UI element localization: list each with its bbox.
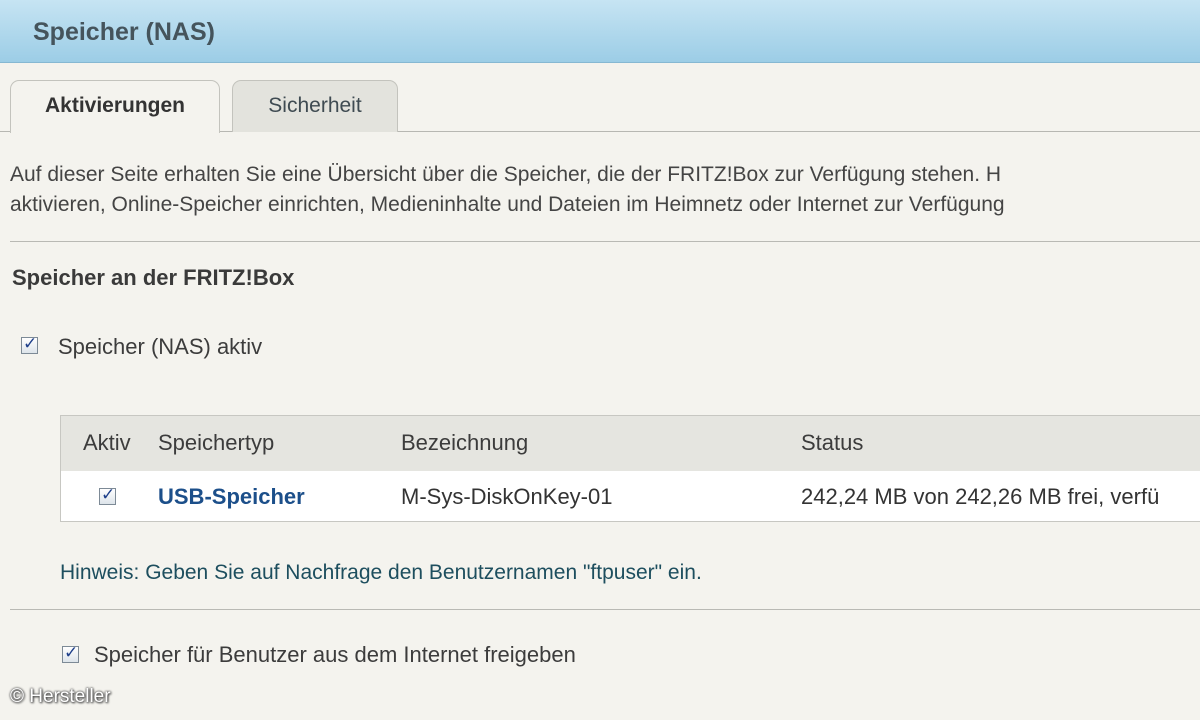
nas-active-label: Speicher (NAS) aktiv <box>58 334 263 359</box>
tab-sicherheit[interactable]: Sicherheit <box>232 80 398 132</box>
tab-aktivierungen[interactable]: Aktivierungen <box>10 80 220 133</box>
internet-share-checkbox[interactable]: ✓ <box>62 643 79 663</box>
page-header: Speicher (NAS) <box>0 0 1200 63</box>
intro-text: Auf dieser Seite erhalten Sie eine Übers… <box>10 160 1200 220</box>
page-title: Speicher (NAS) <box>33 18 215 46</box>
section-title: Speicher an der FRITZ!Box <box>12 265 295 290</box>
col-header-bezeichnung: Bezeichnung <box>401 430 529 455</box>
intro-line-1: Auf dieser Seite erhalten Sie eine Übers… <box>10 163 1002 186</box>
storage-type-link[interactable]: USB-Speicher <box>158 484 305 510</box>
intro-line-2: aktivieren, Online-Speicher einrichten, … <box>10 193 1005 216</box>
col-header-speichertyp: Speichertyp <box>158 430 275 455</box>
col-header-status: Status <box>801 430 864 455</box>
nas-active-checkbox[interactable]: ✓ <box>21 334 38 354</box>
storage-name: M-Sys-DiskOnKey-01 <box>401 484 613 509</box>
usb-storage-active-checkbox[interactable]: ✓ <box>99 485 116 505</box>
check-icon: ✓ <box>64 643 79 662</box>
col-header-aktiv: Aktiv <box>83 430 131 455</box>
hint-text: Hinweis: Geben Sie auf Nachfrage den Ben… <box>60 561 702 584</box>
storage-status: 242,24 MB von 242,26 MB frei, verfü <box>801 484 1160 509</box>
check-icon: ✓ <box>23 334 38 353</box>
divider <box>10 241 1200 242</box>
table-header: Aktiv Speichertyp Bezeichnung Status <box>61 416 1200 471</box>
image-credit: © Hersteller <box>10 686 111 707</box>
storage-table: Aktiv Speichertyp Bezeichnung Status ✓ U… <box>60 415 1200 522</box>
divider <box>10 609 1200 610</box>
check-icon: ✓ <box>101 485 116 504</box>
internet-share-label: Speicher für Benutzer aus dem Internet f… <box>94 642 576 667</box>
